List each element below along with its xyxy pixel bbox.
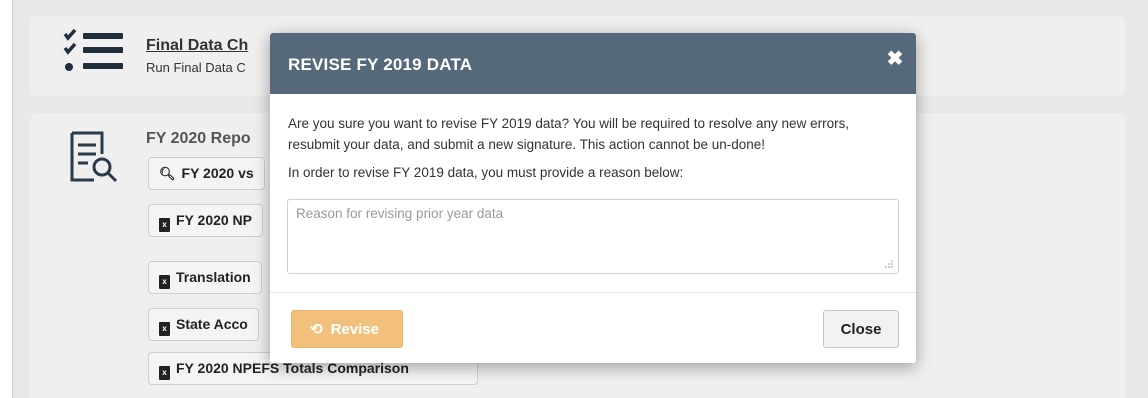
report-button-comparison[interactable]: 🔍︎ FY 2020 vs — [148, 157, 265, 190]
reason-instruction: In order to revise FY 2019 data, you mus… — [288, 165, 684, 180]
final-data-check-link[interactable]: Final Data Ch — [146, 37, 248, 55]
modal-footer: ⟲ Revise Close — [270, 292, 916, 363]
search-icon: 🔍︎ — [159, 166, 176, 181]
report-button-state-accounts[interactable]: x State Acco — [148, 308, 259, 341]
report-button-label: FY 2020 NP — [176, 212, 253, 228]
close-icon[interactable]: ✖ — [886, 49, 904, 69]
report-button-label: Translation — [176, 269, 251, 285]
report-search-icon — [70, 131, 118, 183]
reports-heading: FY 2020 Repo — [146, 130, 251, 147]
close-button[interactable]: Close — [823, 310, 899, 348]
checklist-icon — [63, 28, 123, 71]
excel-file-icon: x — [159, 366, 170, 380]
report-button-translation[interactable]: x Translation — [148, 261, 262, 294]
confirm-message: Are you sure you want to revise FY 2019 … — [288, 116, 850, 152]
report-button-label: FY 2020 vs — [181, 165, 254, 181]
report-button-label: State Acco — [176, 316, 248, 332]
undo-icon: ⟲ — [310, 321, 323, 338]
modal-body: Are you sure you want to revise FY 2019 … — [288, 113, 900, 183]
modal-header: REVISE FY 2019 DATA ✖ — [270, 33, 916, 94]
excel-file-icon: x — [159, 218, 170, 232]
modal-title: REVISE FY 2019 DATA — [288, 55, 473, 74]
revise-button-label: Revise — [330, 321, 379, 338]
reason-textarea[interactable] — [287, 199, 899, 274]
report-button-npefs[interactable]: x FY 2020 NP — [148, 204, 264, 237]
final-data-check-subtitle: Run Final Data C — [146, 60, 246, 75]
excel-file-icon: x — [159, 275, 170, 289]
excel-file-icon: x — [159, 322, 170, 336]
revise-data-modal: REVISE FY 2019 DATA ✖ Are you sure you w… — [270, 33, 916, 363]
revise-button[interactable]: ⟲ Revise — [291, 310, 403, 348]
